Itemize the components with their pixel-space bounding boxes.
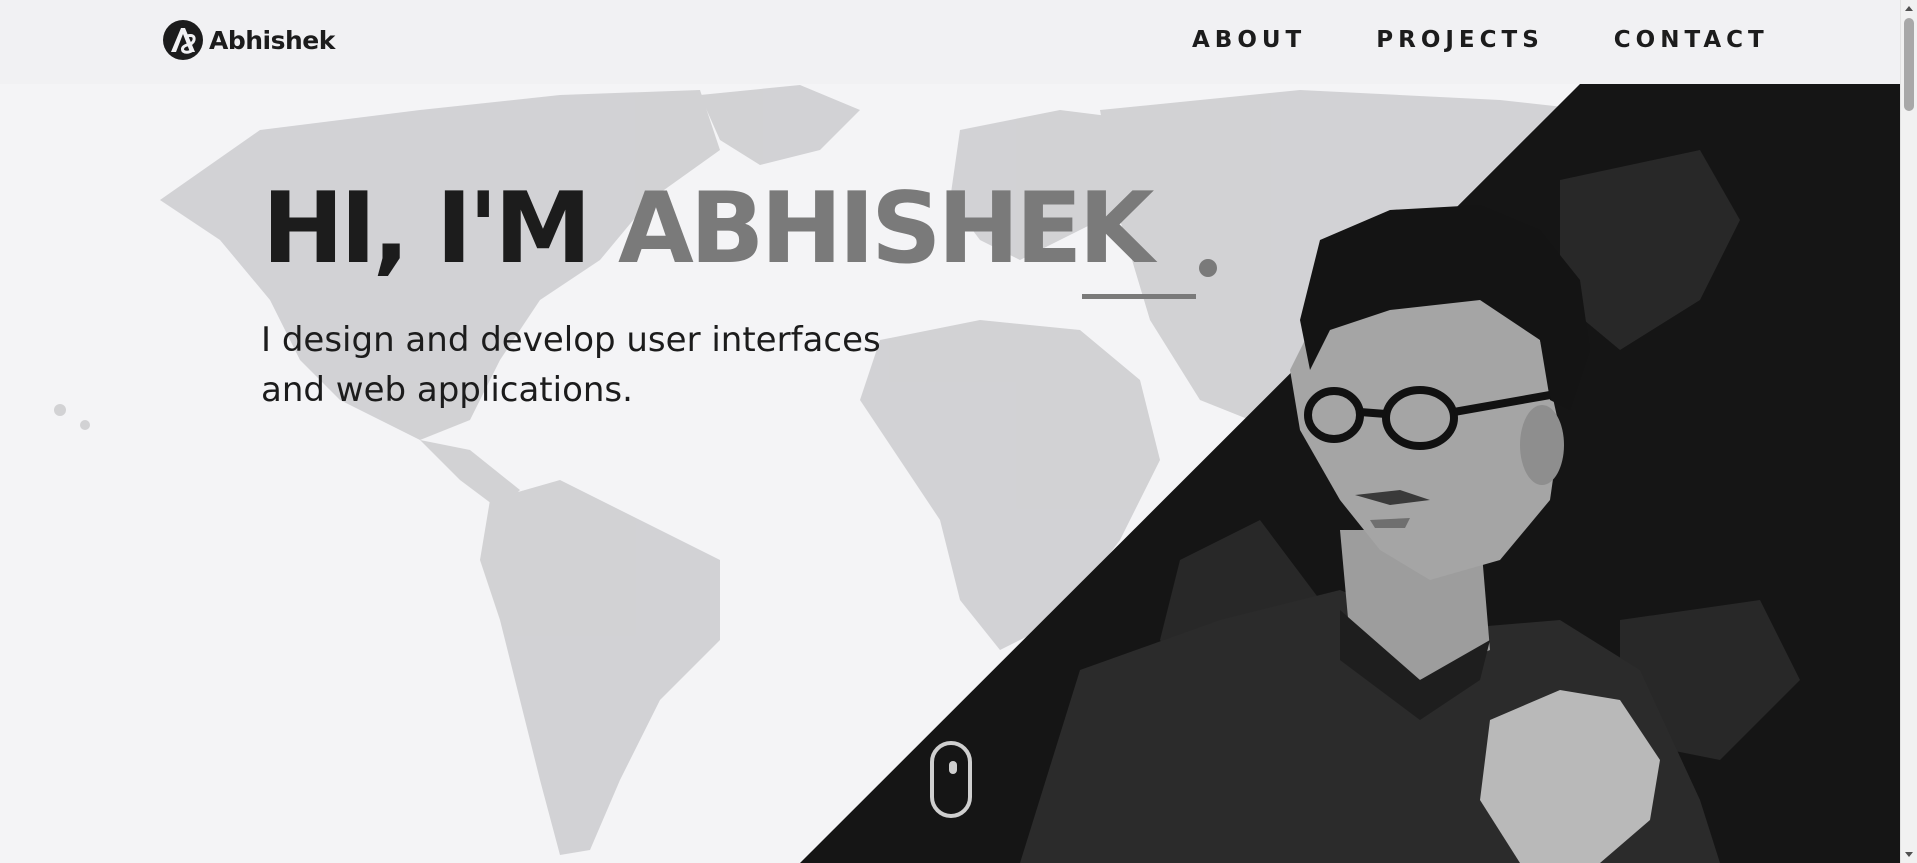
profile-portrait-image [1020,205,1720,863]
hero-title: HI, I'M ABHISHEK [262,180,1154,278]
vertical-scrollbar[interactable] [1900,0,1917,863]
scroll-down-arrow-icon[interactable] [1905,852,1913,857]
logo-link[interactable]: Abhishek [161,18,335,62]
logo-text: Abhishek [209,25,335,55]
scroll-up-arrow-icon[interactable] [1905,6,1913,11]
scrollbar-thumb[interactable] [1904,18,1914,111]
hero-name: ABHISHEK [617,172,1155,286]
mouse-wheel-icon [949,761,957,774]
nav-contact[interactable]: CONTACT [1614,27,1769,53]
hero-subtitle: I design and develop user interfaces and… [261,320,881,410]
title-dot-decoration [1199,259,1217,277]
main-nav: ABOUT PROJECTS CONTACT [1192,27,1769,53]
logo-mark [163,20,203,60]
mouse-scroll-icon[interactable] [930,741,972,818]
title-underline-decoration [1082,294,1196,299]
hero-greeting: HI, I'M [262,172,618,286]
nav-about[interactable]: ABOUT [1192,27,1306,53]
nav-projects[interactable]: PROJECTS [1376,27,1544,53]
page: HI, I'M ABHISHEK I design and develop us… [0,0,1900,863]
site-header: Abhishek ABOUT PROJECTS CONTACT [0,0,1900,84]
